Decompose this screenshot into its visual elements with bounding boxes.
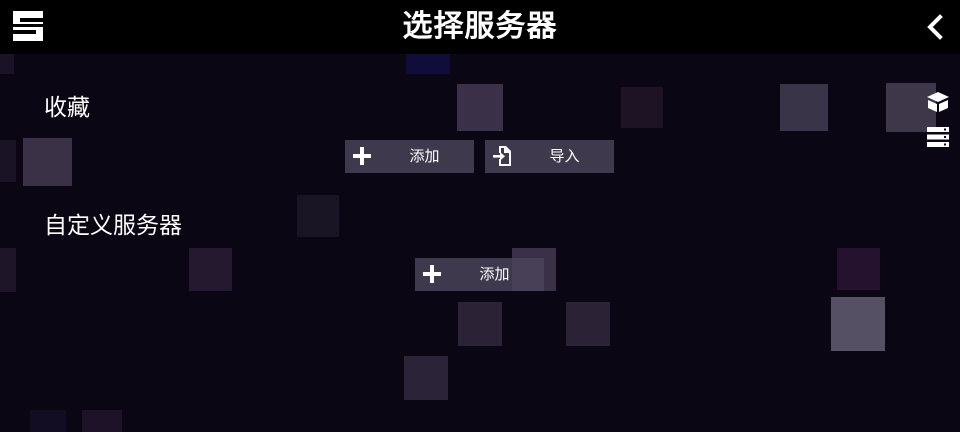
page-title: 选择服务器	[402, 9, 558, 44]
package-icon[interactable]	[925, 90, 951, 114]
server-list-icon[interactable]	[925, 125, 951, 149]
favorites-add-label: 添加	[409, 147, 440, 165]
favorites-import-label: 导入	[549, 147, 580, 165]
custom-server-add-button[interactable]: 添加	[415, 258, 544, 291]
plus-icon	[421, 263, 443, 285]
import-file-icon	[491, 145, 513, 167]
top-bar: 选择服务器	[0, 0, 960, 54]
custom-servers-section-title: 自定义服务器	[44, 213, 182, 239]
plus-icon	[351, 145, 373, 167]
favorites-import-button[interactable]: 导入	[485, 140, 614, 173]
custom-server-add-label: 添加	[479, 265, 510, 283]
favorites-section-title: 收藏	[44, 95, 90, 121]
favorites-add-button[interactable]: 添加	[345, 140, 474, 173]
chevron-left-icon[interactable]	[924, 14, 946, 40]
